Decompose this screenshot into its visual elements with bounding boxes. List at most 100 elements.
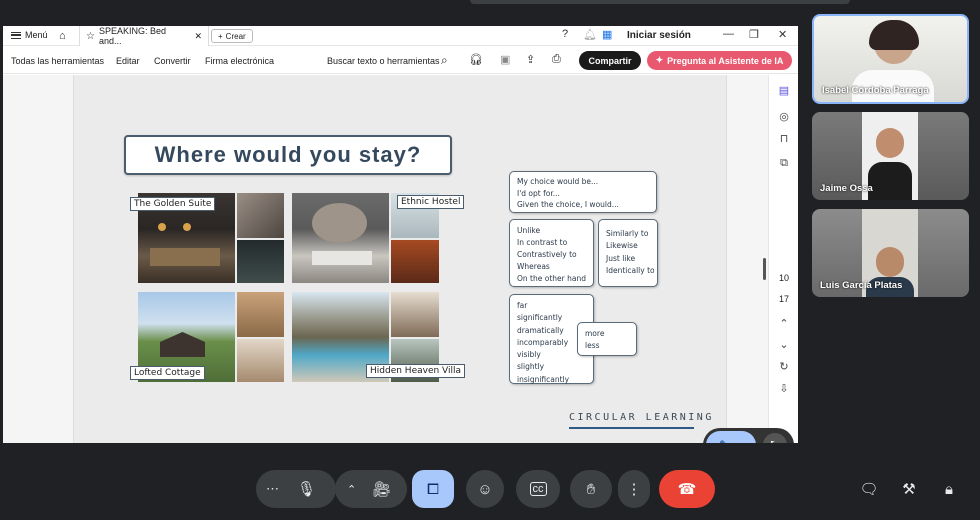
- mic-control-group: ⋯ 🎙︎: [256, 470, 336, 508]
- new-tab-button[interactable]: + Crear: [211, 29, 253, 43]
- phrase: dramatically: [517, 325, 564, 335]
- lofted-cottage-interior-photo: [237, 292, 284, 337]
- edit-menu[interactable]: Editar: [116, 56, 140, 66]
- current-page-number[interactable]: 10: [774, 273, 794, 283]
- home-icon[interactable]: ⌂: [59, 30, 66, 42]
- menu-button[interactable]: Menú: [11, 30, 48, 40]
- phrase: more: [585, 329, 605, 338]
- participant-name: Jaime Ossa: [820, 183, 873, 194]
- present-icon: ⧠: [426, 480, 439, 498]
- place-label-lofted-cottage: Lofted Cottage: [130, 366, 205, 380]
- search-icon[interactable]: ⌕: [441, 53, 448, 68]
- pages-icon[interactable]: ⧉: [778, 157, 790, 169]
- collapse-button[interactable]: ⤡: [763, 433, 787, 443]
- participant-tile[interactable]: Isabel Córdoba Parraga: [812, 14, 969, 104]
- place-label-hidden-heaven-villa: Hidden Heaven Villa: [366, 364, 466, 378]
- ethnic-hostel-photo: [292, 193, 389, 283]
- phrase: I'd opt for...: [517, 188, 560, 198]
- refresh-icon[interactable]: ↻: [778, 361, 790, 373]
- save-icon[interactable]: ▣: [500, 53, 510, 66]
- ai-assistant-button[interactable]: ✦ Pregunta al Asistente de IA: [647, 51, 792, 70]
- place-label-golden-suite: The Golden Suite: [130, 197, 216, 211]
- activities-button[interactable]: ⚒︎: [894, 474, 924, 504]
- host-controls-button[interactable]: 🔒︎: [934, 474, 964, 504]
- minimize-icon[interactable]: —: [723, 28, 734, 40]
- tab-speaking[interactable]: ☆ SPEAKING: Bed and... ✕: [79, 26, 209, 46]
- captions-icon: cc: [529, 482, 547, 496]
- captions-button[interactable]: cc: [516, 470, 560, 508]
- headphones-icon[interactable]: 🎧︎: [469, 53, 483, 66]
- close-window-icon[interactable]: ✕: [778, 28, 787, 41]
- end-call-icon: ☎︎: [677, 481, 697, 498]
- convert-menu[interactable]: Convertir: [154, 56, 191, 66]
- emoji-icon: ☺: [477, 480, 493, 498]
- brand-logo-text: CIRCULAR LEARNING: [569, 412, 714, 423]
- raise-hand-button[interactable]: ✋︎: [570, 470, 612, 508]
- more-options-button[interactable]: ⋮: [618, 470, 650, 508]
- more-audio-options-icon[interactable]: ⋯: [266, 481, 279, 497]
- chevron-up-icon[interactable]: ⌃: [347, 483, 356, 496]
- phrase: Unlike: [517, 226, 541, 235]
- all-tools-menu[interactable]: Todas las herramientas: [11, 56, 104, 66]
- phrase: Whereas: [517, 262, 550, 271]
- download-icon[interactable]: ⇩: [778, 383, 790, 395]
- ethnic-hostel-room-photo: [391, 240, 439, 283]
- bookmark-icon[interactable]: ⊓: [778, 133, 790, 145]
- present-button[interactable]: ⧠: [412, 470, 454, 508]
- phrase: incomparably: [517, 337, 569, 347]
- chevron-down-icon[interactable]: ⌄: [778, 339, 790, 351]
- scrollbar-thumb[interactable]: [763, 258, 766, 280]
- sign-menu[interactable]: Firma electrónica: [205, 56, 274, 66]
- mic-icon[interactable]: 🎙︎: [297, 480, 316, 498]
- participant-tile[interactable]: Jaime Ossa: [812, 112, 969, 200]
- phrase: In contrast to: [517, 238, 568, 247]
- apps-icon[interactable]: ▦: [602, 28, 612, 41]
- phrase: Contrastively to: [517, 250, 577, 259]
- phrase: visibly: [517, 350, 541, 360]
- lofted-cottage-bedroom-photo: [237, 339, 284, 382]
- participant-avatar: [876, 247, 904, 277]
- more-icon: ⋮: [626, 481, 642, 498]
- slide-title: Where would you stay?: [124, 135, 452, 175]
- participant-name: Luis García Platas: [820, 280, 903, 291]
- restore-icon[interactable]: ❐: [749, 28, 759, 41]
- phrase: Identically to: [606, 265, 655, 275]
- chat-button[interactable]: 🗨︎: [854, 474, 884, 504]
- comment-icon[interactable]: ◎: [778, 111, 790, 123]
- end-call-button[interactable]: ☎︎: [659, 470, 715, 508]
- ai-panel-icon[interactable]: ▤: [778, 85, 790, 97]
- total-pages-number: 17: [778, 294, 789, 304]
- tab-title: SPEAKING: Bed and...: [98, 26, 166, 46]
- caret-up-icon: ▲: [734, 440, 743, 443]
- floating-presentation-controls: ✎ ▲ ⤡: [703, 428, 794, 443]
- upload-icon[interactable]: ⇪: [526, 53, 535, 66]
- close-icon[interactable]: ✕: [194, 31, 202, 42]
- golden-suite-building-photo: [237, 193, 284, 238]
- print-icon[interactable]: ⎙: [552, 53, 561, 66]
- golden-suite-window-photo: [237, 240, 284, 283]
- bell-icon[interactable]: 🔔︎: [583, 28, 597, 41]
- reactions-button[interactable]: ☺: [466, 470, 504, 508]
- menu-label: Menú: [25, 30, 48, 40]
- top-edge-bar: [470, 0, 850, 4]
- choice-phrases-box: My choice would be... I'd opt for... Giv…: [509, 171, 657, 213]
- help-icon[interactable]: ?: [562, 28, 568, 40]
- ai-assistant-label: Pregunta al Asistente de IA: [667, 55, 784, 66]
- star-icon: ☆: [86, 30, 95, 42]
- pen-icon: ✎: [719, 438, 729, 443]
- login-button[interactable]: Iniciar sesión: [627, 30, 691, 41]
- participant-tile[interactable]: Luis García Platas: [812, 209, 969, 297]
- shared-screen-window: Menú ⌂ ☆ SPEAKING: Bed and... ✕ + Crear …: [3, 26, 798, 443]
- place-label-ethnic-hostel: Ethnic Hostel: [397, 195, 465, 209]
- camera-icon[interactable]: 🎥︎: [372, 480, 391, 498]
- phrase: slightly: [517, 362, 545, 372]
- new-tab-label: Crear: [225, 31, 246, 41]
- hidden-heaven-villa-terrace-photo: [391, 292, 439, 337]
- comparative-phrases-box: more less: [577, 322, 637, 356]
- share-button[interactable]: Compartir: [579, 51, 641, 70]
- search-input[interactable]: Buscar texto o herramientas: [327, 56, 440, 66]
- collapse-icon: ⤡: [770, 438, 780, 444]
- phrase: Likewise: [606, 241, 638, 251]
- annotate-button[interactable]: ✎ ▲: [706, 431, 756, 443]
- chevron-up-icon[interactable]: ⌃: [778, 318, 790, 330]
